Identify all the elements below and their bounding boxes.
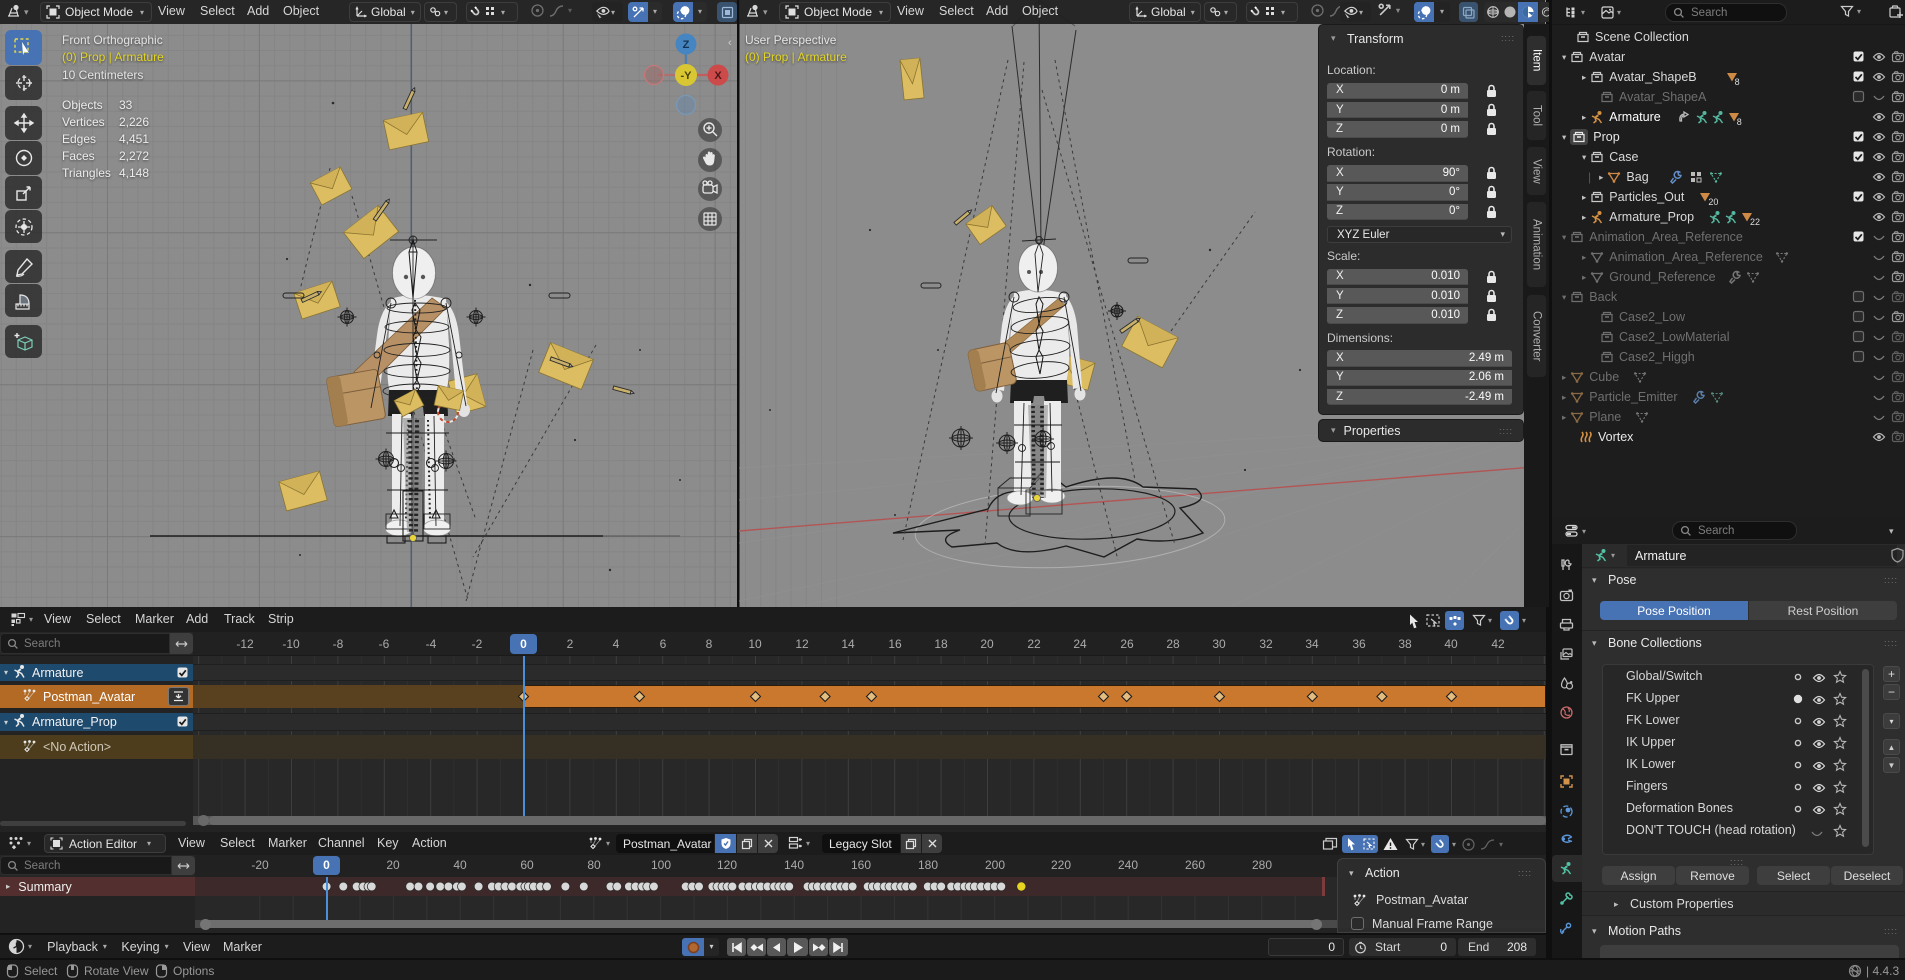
svg-text:‹: ‹	[728, 37, 732, 49]
svg-text:X: X	[714, 70, 722, 82]
svg-text:Z: Z	[683, 39, 690, 51]
svg-text:-Y: -Y	[681, 70, 693, 82]
